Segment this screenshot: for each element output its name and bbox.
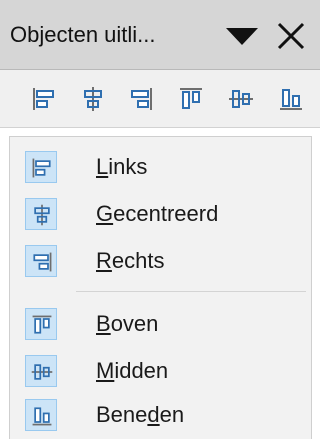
triangle-down-icon[interactable] <box>224 25 260 49</box>
align-right-icon <box>131 88 152 110</box>
menu-item-label: Beneden <box>96 402 185 427</box>
align-left-icon <box>33 88 54 110</box>
align-center-icon <box>25 198 57 230</box>
align-right-icon <box>25 245 57 277</box>
menu-item-center[interactable]: Gecentreerd <box>20 192 305 236</box>
alignment-toolbar <box>0 70 320 128</box>
mnemonic-underline: G <box>96 201 114 226</box>
menu-separator <box>76 291 306 292</box>
align-middle-icon <box>25 355 57 387</box>
menu-item-middle[interactable]: Midden <box>20 349 305 393</box>
align-center-button[interactable] <box>79 85 107 113</box>
menu-item-right[interactable]: Rechts <box>20 239 305 283</box>
align-bottom-button[interactable] <box>277 85 305 113</box>
menu-item-label: Gecentreerd <box>96 201 219 226</box>
close-icon[interactable] <box>276 21 306 51</box>
align-top-icon <box>180 88 202 109</box>
align-bottom-icon <box>25 399 57 431</box>
align-right-button[interactable] <box>127 85 155 113</box>
menu-item-bottom[interactable]: Beneden <box>20 393 305 437</box>
align-bottom-icon <box>280 89 302 110</box>
align-top-icon <box>25 308 57 340</box>
align-middle-button[interactable] <box>227 85 255 113</box>
menu-item-label: Rechts <box>96 248 165 273</box>
align-center-icon <box>84 87 102 111</box>
menu-item-left[interactable]: Links <box>20 145 305 189</box>
window-title: Objecten uitli... <box>10 22 156 47</box>
alignment-menu: Links Gecentreerd Rechts Boven Midden Be… <box>9 136 312 439</box>
title-bar: Objecten uitli... <box>0 0 320 70</box>
menu-item-top[interactable]: Boven <box>20 302 305 346</box>
mnemonic-underline: L <box>96 154 109 179</box>
mnemonic-underline: R <box>96 248 112 273</box>
mnemonic-underline: d <box>147 402 160 427</box>
mnemonic-underline: M <box>96 358 115 383</box>
align-top-button[interactable] <box>177 85 205 113</box>
mnemonic-underline: B <box>96 311 111 336</box>
menu-item-label: Links <box>96 154 148 179</box>
align-middle-icon <box>229 90 253 108</box>
menu-item-label: Midden <box>96 358 169 383</box>
menu-item-label: Boven <box>96 311 159 336</box>
align-left-button[interactable] <box>30 85 58 113</box>
align-left-icon <box>25 151 57 183</box>
